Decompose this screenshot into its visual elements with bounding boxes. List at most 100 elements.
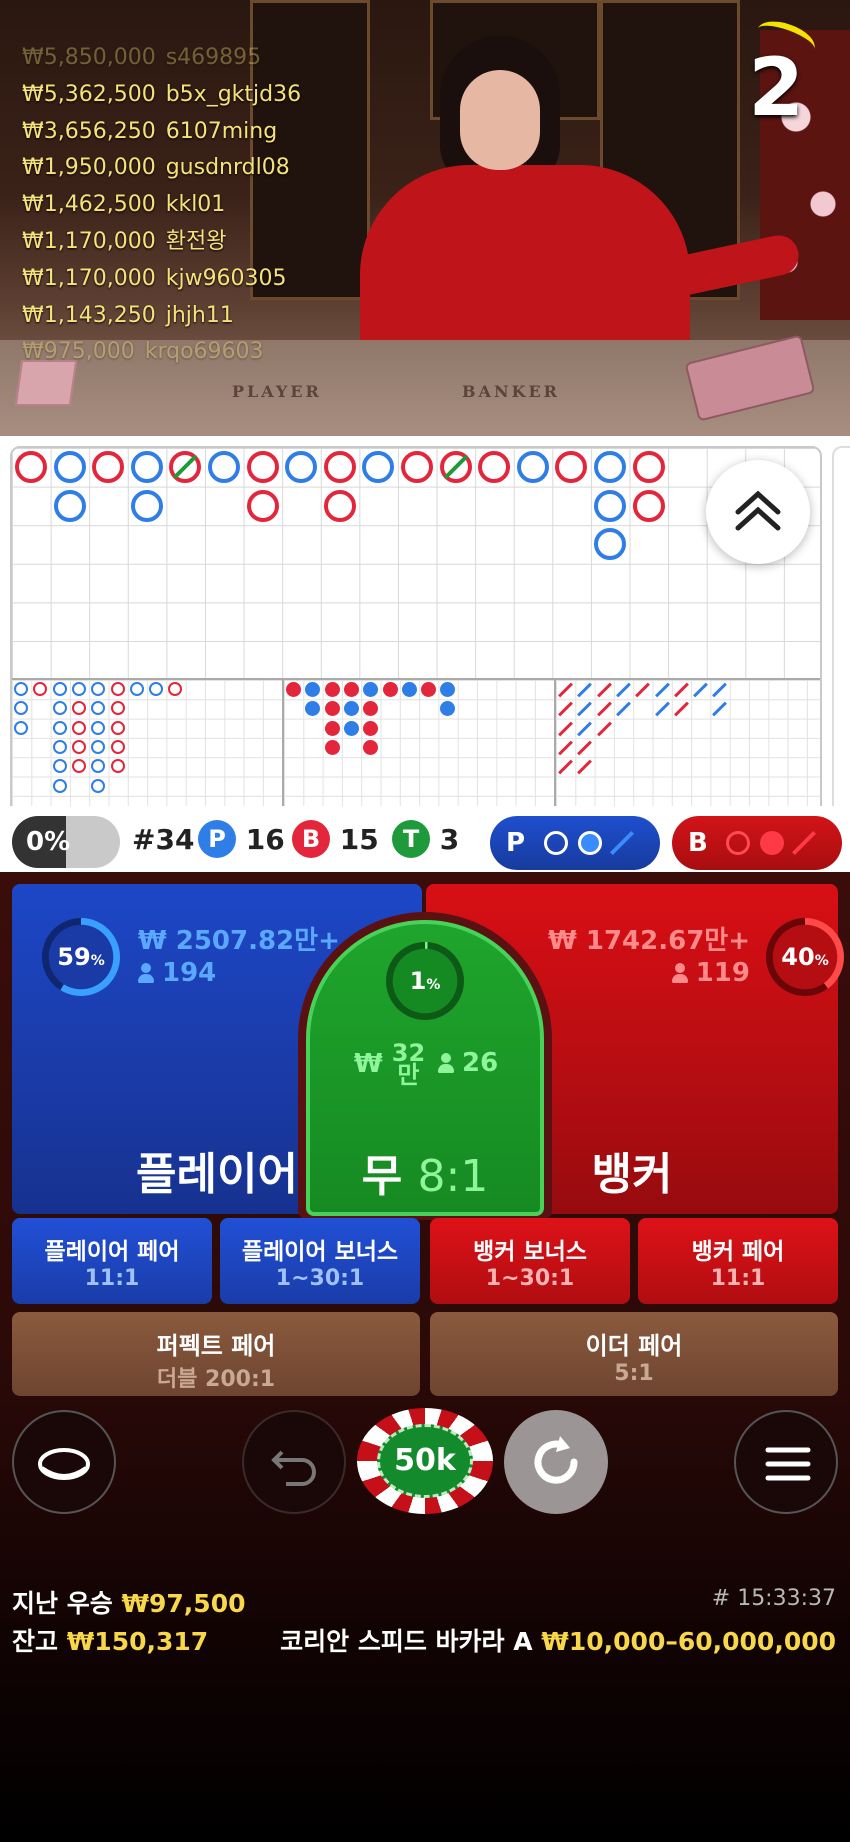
winner-amount: ₩1,143,250 xyxy=(22,302,156,328)
tie-currency: ₩ xyxy=(354,1049,383,1079)
banker-pair-bet[interactable]: 뱅커 페어 11:1 xyxy=(638,1218,838,1304)
either-pair-bet[interactable]: 이더 페어 5:1 xyxy=(430,1312,838,1396)
cockroach-marker xyxy=(577,721,593,737)
tie-odds: 8:1 xyxy=(417,1151,489,1202)
cockroach-marker xyxy=(712,682,728,698)
player-bonus-bet[interactable]: 플레이어 보너스 1~30:1 xyxy=(220,1218,420,1304)
balance-amount: ₩150,317 xyxy=(66,1627,209,1656)
small-road-marker xyxy=(324,701,340,717)
player-bettor-count: 194 xyxy=(138,958,216,988)
perfect-pair-bet[interactable]: 퍼펙트 페어 더블 200:1 xyxy=(12,1312,420,1396)
banker-bonus-bet[interactable]: 뱅커 보너스 1~30:1 xyxy=(430,1218,630,1304)
player-result-marker xyxy=(594,489,626,522)
small-road-marker xyxy=(440,701,456,717)
percent-sign: % xyxy=(814,953,829,969)
small-road-marker xyxy=(363,739,379,755)
tie-win-count: 3 xyxy=(439,823,460,856)
player-ask-button[interactable]: P xyxy=(490,816,660,870)
next-roadmap-peek[interactable] xyxy=(832,446,850,832)
winner-row: ₩1,170,000 kjw960305 xyxy=(22,261,301,298)
small-road-marker xyxy=(286,682,301,697)
winner-name: kjw960305 xyxy=(165,265,287,291)
tie-percent-ring: 1% xyxy=(386,942,464,1020)
percent-sign: % xyxy=(426,977,441,993)
winner-row: ₩5,850,000 s469895 xyxy=(22,40,301,77)
winner-amount: ₩1,462,500 xyxy=(22,192,156,218)
countdown-timer: 2 xyxy=(748,41,804,134)
player-result-marker xyxy=(130,489,163,522)
banker-bettor-number: 119 xyxy=(695,958,750,988)
progress-toggle[interactable]: 0% xyxy=(12,816,120,868)
cockroach-marker xyxy=(558,721,573,737)
cockroach-marker xyxy=(558,740,573,756)
winner-name: 환전왕 xyxy=(165,228,227,254)
player-result-marker xyxy=(362,451,395,483)
expand-roadmap-button[interactable] xyxy=(706,460,810,564)
big-eye-marker xyxy=(71,682,86,696)
last-win: 지난 우승 ₩97,500 xyxy=(12,1584,246,1620)
small-road-marker xyxy=(363,682,379,697)
big-eye-marker xyxy=(168,682,183,696)
ring-icon xyxy=(726,831,750,855)
big-eye-marker xyxy=(110,739,125,754)
big-eye-marker xyxy=(110,682,125,696)
winner-amount: ₩1,950,000 xyxy=(22,155,156,181)
big-eye-marker xyxy=(91,739,106,754)
banker-bettor-count: 119 xyxy=(671,958,750,988)
side-bet-name: 플레이어 보너스 xyxy=(241,1239,399,1265)
banker-result-marker xyxy=(323,451,356,483)
small-road-marker xyxy=(324,739,340,755)
undo-button[interactable] xyxy=(242,1410,346,1514)
game-round-id: # 15:33:37 xyxy=(711,1586,836,1611)
small-road-marker xyxy=(363,720,379,736)
winner-name: 6107ming xyxy=(165,118,278,144)
banker-ask-button[interactable]: B xyxy=(672,816,842,870)
round-number: #34 xyxy=(132,823,195,856)
table-label-player: PLAYER xyxy=(232,382,322,401)
winner-amount: ₩1,170,000 xyxy=(22,228,156,254)
repeat-icon xyxy=(534,1436,578,1484)
cockroach-marker xyxy=(693,682,709,698)
player-result-marker xyxy=(208,451,240,483)
small-road-marker xyxy=(421,682,437,697)
dealer-face xyxy=(460,70,540,170)
menu-button[interactable] xyxy=(734,1410,838,1514)
big-road xyxy=(12,448,820,678)
cockroach-marker xyxy=(635,682,651,698)
side-bet-odds: 11:1 xyxy=(84,1266,140,1291)
cockroach-marker xyxy=(615,682,631,698)
small-road-marker xyxy=(305,701,321,717)
banker-result-marker xyxy=(401,451,433,483)
cockroach-marker xyxy=(615,701,631,717)
repeat-bet-button[interactable] xyxy=(504,1410,608,1514)
chip-selector[interactable]: 50k xyxy=(357,1408,493,1514)
player-percent-ring: 59% xyxy=(42,918,120,996)
last-win-amount: ₩97,500 xyxy=(121,1589,246,1618)
bet-limits: ₩10,000–60,000,000 xyxy=(541,1627,836,1656)
winner-amount: ₩5,362,500 xyxy=(22,81,156,107)
banker-percent: 40 xyxy=(781,943,815,971)
big-eye-marker xyxy=(33,682,48,696)
winner-row: ₩5,362,500 b5x_gktjd36 xyxy=(22,77,301,114)
table-view-button[interactable] xyxy=(12,1410,116,1514)
big-eye-marker xyxy=(52,720,67,735)
tie-percent: 1 xyxy=(409,967,427,995)
tie-bet-spot[interactable]: 1% ₩ 32 만 26 무 8:1 xyxy=(306,920,544,1216)
cockroach-marker xyxy=(577,740,593,756)
big-eye-marker xyxy=(14,682,28,696)
big-eye-marker xyxy=(110,720,125,735)
winner-row: ₩1,950,000 gusdnrdl08 xyxy=(22,150,301,187)
chip-value: 50k xyxy=(394,1443,456,1478)
banker-result-marker xyxy=(323,489,356,522)
player-percent: 59 xyxy=(57,943,91,971)
winner-row: ₩1,143,250 jhjh11 xyxy=(22,298,301,335)
cockroach-marker xyxy=(577,759,593,775)
player-pair-bet[interactable]: 플레이어 페어 11:1 xyxy=(12,1218,212,1304)
banker-result-marker xyxy=(246,451,279,483)
big-eye-marker xyxy=(91,759,106,774)
dot-icon xyxy=(578,831,602,855)
winner-row: ₩3,656,250 6107ming xyxy=(22,114,301,151)
balance-label: 잔고 xyxy=(12,1627,59,1656)
table-info: 코리안 스피드 바카라 A ₩10,000–60,000,000 xyxy=(280,1622,836,1658)
banker-result-marker xyxy=(246,489,279,522)
